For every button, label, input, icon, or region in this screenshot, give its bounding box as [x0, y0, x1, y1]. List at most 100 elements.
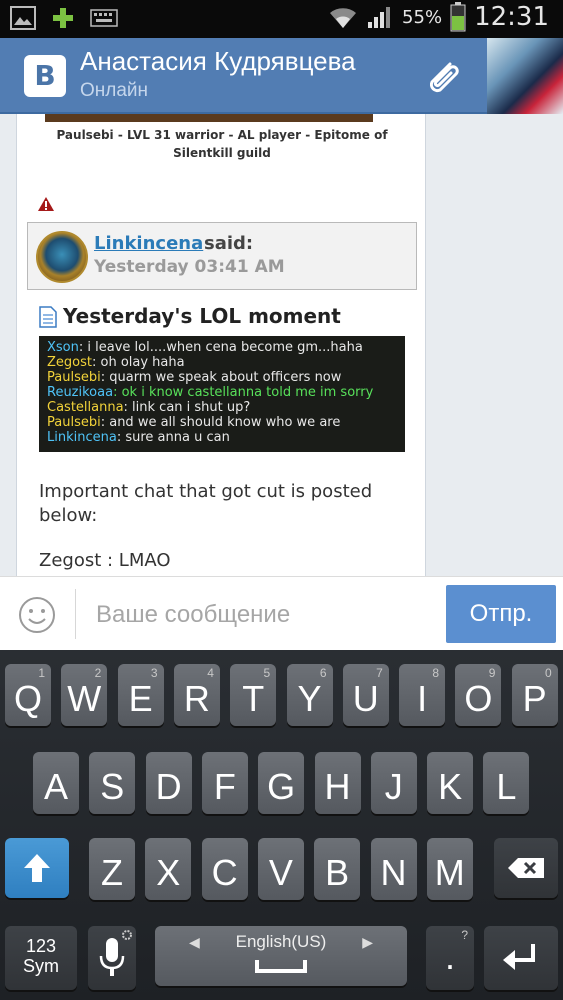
forum-post-card: Paulsebi - LVL 31 warrior - AL player - … — [16, 114, 426, 576]
key-c[interactable]: C — [201, 838, 248, 900]
chat-message: : ok i know castellanna told me im sorry — [113, 385, 374, 400]
key-j[interactable]: J — [370, 752, 417, 814]
caption-line: Silentkill guild — [173, 146, 271, 160]
chat-message: : quarm we speak about officers now — [100, 370, 342, 385]
key-label: R — [183, 678, 210, 719]
caption-line: Paulsebi - LVL 31 warrior - AL player - … — [56, 128, 388, 142]
key-label: A — [43, 766, 68, 807]
paperclip-icon[interactable] — [420, 56, 464, 100]
spacebar-icon — [255, 960, 307, 973]
settings-icon — [122, 930, 132, 940]
key-label: D — [155, 766, 182, 807]
key-label: K — [438, 766, 463, 807]
emoji-icon[interactable] — [18, 596, 56, 634]
chat-screenshot: Xson: i leave lol....when cena become gm… — [39, 336, 405, 452]
voice-input-key[interactable] — [88, 926, 136, 990]
key-label: Y — [297, 678, 322, 719]
battery-icon — [450, 2, 466, 32]
signature-caption: Paulsebi - LVL 31 warrior - AL player - … — [37, 126, 407, 162]
key-o[interactable]: 9O — [455, 664, 502, 726]
key-label: C — [211, 852, 238, 893]
key-label: I — [417, 678, 428, 719]
chat-header: В Анастасия Кудрявцева Онлайн — [0, 38, 563, 114]
key-i[interactable]: 8I — [399, 664, 446, 726]
enter-key[interactable] — [484, 926, 558, 990]
key-label: S — [100, 766, 125, 807]
message-composer: Отпр. — [0, 576, 563, 650]
chat-line: Paulsebi: and we all should know who we … — [47, 415, 397, 430]
contact-name: Анастасия Кудрявцева — [80, 46, 356, 76]
send-button[interactable]: Отпр. — [446, 585, 556, 643]
post-title: Yesterday's LOL moment — [63, 304, 341, 328]
shift-key[interactable] — [5, 838, 69, 898]
chat-speaker: Zegost — [47, 355, 92, 370]
key-y[interactable]: 6Y — [286, 664, 333, 726]
chevron-right-icon: ▶ — [362, 934, 373, 950]
key-p[interactable]: 0P — [511, 664, 558, 726]
key-a[interactable]: A — [33, 752, 79, 814]
key-label: G — [267, 766, 296, 807]
soft-keyboard: 123 Sym ◀ English(US) ▶ ? . 1Q2W3E4R5T6Y… — [0, 650, 563, 1000]
signal-icon — [368, 7, 391, 28]
key-f[interactable]: F — [201, 752, 248, 814]
key-h[interactable]: H — [314, 752, 361, 814]
key-q[interactable]: 1Q — [5, 664, 51, 726]
key-l[interactable]: L — [483, 752, 530, 814]
post-body-text: Important chat that got cut is posted be… — [39, 481, 373, 526]
key-d[interactable]: D — [145, 752, 192, 814]
contact-avatar[interactable] — [487, 38, 563, 114]
key-label: V — [268, 852, 293, 893]
key-z[interactable]: Z — [89, 838, 135, 900]
key-label: E — [128, 678, 153, 719]
key-label: Z — [101, 852, 123, 893]
key-n[interactable]: N — [370, 838, 417, 900]
symbols-key-label: Sym — [23, 956, 59, 976]
key-label: Q — [13, 678, 42, 719]
message-area[interactable]: Paulsebi - LVL 31 warrior - AL player - … — [0, 114, 563, 576]
status-bar: 55% 12:31 — [0, 0, 563, 38]
period-key[interactable]: ? . — [426, 926, 474, 990]
key-label: J — [384, 766, 403, 807]
shift-arrow-icon — [24, 854, 50, 882]
key-label: M — [434, 852, 465, 893]
wifi-icon — [330, 8, 357, 28]
contact-status: Онлайн — [80, 80, 149, 101]
symbols-key[interactable]: 123 Sym — [5, 926, 77, 990]
key-m[interactable]: M — [426, 838, 473, 900]
chat-speaker: Xson — [47, 340, 79, 355]
quote-date: Yesterday 03:41 AM — [94, 257, 285, 277]
key-w[interactable]: 2W — [61, 664, 108, 726]
key-r[interactable]: 4R — [173, 664, 220, 726]
backspace-key[interactable] — [494, 838, 558, 898]
symbols-key-label: 123 — [25, 936, 57, 956]
quote-header: Linkincena said: Yesterday 03:41 AM — [27, 222, 417, 290]
chat-speaker: Paulsebi — [47, 370, 101, 385]
space-key[interactable]: ◀ English(US) ▶ — [155, 926, 407, 986]
key-u[interactable]: 7U — [342, 664, 389, 726]
plus-icon — [53, 8, 73, 28]
key-s[interactable]: S — [89, 752, 136, 814]
key-k[interactable]: K — [427, 752, 474, 814]
chat-message: : link can i shut up? — [123, 400, 251, 415]
key-t[interactable]: 5T — [230, 664, 277, 726]
enter-icon — [503, 944, 535, 970]
quote-author-link[interactable]: Linkincena — [94, 233, 203, 254]
chat-line: Zegost: oh olay haha — [47, 355, 397, 370]
warning-icon[interactable] — [37, 196, 55, 212]
gallery-icon — [10, 6, 36, 30]
chat-line: Paulsebi: quarm we speak about officers … — [47, 370, 397, 385]
key-g[interactable]: G — [258, 752, 305, 814]
clock: 12:31 — [474, 2, 549, 32]
composer-divider — [75, 589, 76, 639]
vk-logo-icon[interactable]: В — [24, 55, 66, 97]
key-x[interactable]: X — [145, 838, 192, 900]
signature-image — [45, 114, 373, 122]
key-label: H — [324, 766, 351, 807]
key-b[interactable]: B — [314, 838, 361, 900]
battery-percent: 55% — [402, 6, 443, 28]
chat-line: Castellanna: link can i shut up? — [47, 400, 397, 415]
key-e[interactable]: 3E — [117, 664, 164, 726]
message-input[interactable] — [86, 595, 432, 635]
quote-author-avatar[interactable] — [36, 231, 88, 283]
key-v[interactable]: V — [257, 838, 304, 900]
